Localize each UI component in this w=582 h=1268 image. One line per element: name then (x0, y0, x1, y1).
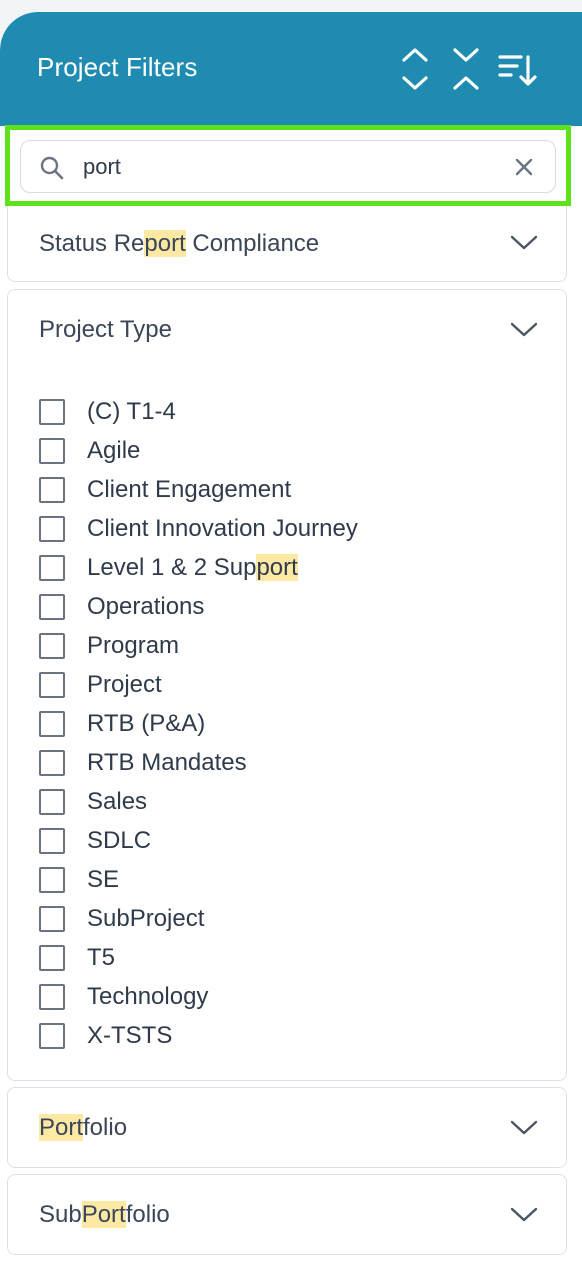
section-title: SubPortfolio (39, 1201, 170, 1228)
checkbox[interactable] (39, 1023, 65, 1049)
checkbox-option[interactable]: Project (39, 670, 162, 700)
checkbox-label: Client Engagement (87, 476, 291, 504)
checkbox-label: RTB Mandates (87, 749, 247, 777)
chevron-down-icon[interactable] (510, 235, 538, 251)
checkbox-label: Program (87, 632, 179, 660)
checkbox-label: (C) T1-4 (87, 398, 176, 426)
search-icon (40, 156, 64, 180)
search-focus-outline (5, 125, 571, 206)
checkbox[interactable] (39, 477, 65, 503)
chevron-down-icon[interactable] (510, 322, 538, 338)
checkbox[interactable] (39, 711, 65, 737)
label-text: Technology (87, 983, 209, 1010)
label-text: X-TSTS (87, 1022, 173, 1049)
checkbox-option[interactable]: Agile (39, 436, 140, 466)
checkbox[interactable] (39, 789, 65, 815)
checkbox-option[interactable]: SDLC (39, 826, 151, 856)
match-highlight: Port (39, 1114, 84, 1141)
checkbox-label: Operations (87, 593, 204, 621)
collapse-all-button[interactable] (446, 46, 486, 92)
chevron-down-icon[interactable] (510, 1120, 538, 1136)
checkbox-label: Client Innovation Journey (87, 515, 358, 543)
label-text: (C) T1-4 (87, 398, 176, 425)
checkbox[interactable] (39, 633, 65, 659)
top-strip (0, 0, 582, 12)
checkbox-label: RTB (P&A) (87, 710, 205, 738)
checkbox-label: SE (87, 866, 119, 894)
checkbox[interactable] (39, 672, 65, 698)
checkbox[interactable] (39, 906, 65, 932)
search-input[interactable] (83, 151, 483, 183)
checkbox-option[interactable]: Client Engagement (39, 475, 291, 505)
checkbox-option[interactable]: (C) T1-4 (39, 397, 176, 427)
checkbox[interactable] (39, 828, 65, 854)
checkbox-label: T5 (87, 944, 115, 972)
clear-search-icon[interactable] (514, 157, 534, 177)
label-text: RTB Mandates (87, 749, 247, 776)
label-text: SE (87, 866, 120, 893)
checkbox-option[interactable]: SubProject (39, 904, 204, 934)
filter-section-portfolio[interactable]: Portfolio (7, 1087, 567, 1168)
expand-all-button[interactable] (395, 46, 435, 92)
filter-section-subportfolio[interactable]: SubPortfolio (7, 1174, 567, 1255)
checkbox-label: Agile (87, 437, 140, 465)
checkbox-option[interactable]: SE (39, 865, 119, 895)
panel-title: Project Filters (37, 52, 198, 82)
label-text: Project (87, 671, 162, 698)
checkbox-label: Technology (87, 983, 208, 1011)
checkbox-option[interactable]: Sales (39, 787, 147, 817)
checkbox-label: Sales (87, 788, 147, 816)
label-text: Client Engagement (87, 476, 292, 503)
checkbox-option[interactable]: RTB (P&A) (39, 709, 205, 739)
checkbox[interactable] (39, 399, 65, 425)
checkbox[interactable] (39, 945, 65, 971)
checkbox-option[interactable]: Operations (39, 592, 204, 622)
checkbox-label: Level 1 & 2 Support (87, 554, 298, 582)
checkbox[interactable] (39, 516, 65, 542)
checkbox[interactable] (39, 438, 65, 464)
checkbox-option[interactable]: Technology (39, 982, 208, 1012)
checkbox-option[interactable]: Program (39, 631, 179, 661)
section-title: Status Report Compliance (39, 230, 320, 257)
checkbox-label: SDLC (87, 827, 151, 855)
label-text: Client Innovation Journey (87, 515, 358, 542)
label-text: Sales (87, 788, 148, 815)
checkbox[interactable] (39, 750, 65, 776)
checkbox[interactable] (39, 594, 65, 620)
checkbox[interactable] (39, 867, 65, 893)
sort-button[interactable] (497, 46, 537, 92)
checkbox[interactable] (39, 555, 65, 581)
checkbox-label: SubProject (87, 905, 204, 933)
checkbox-option[interactable]: Client Innovation Journey (39, 514, 358, 544)
label-text: Program (87, 632, 180, 659)
checkbox-option[interactable]: X-TSTS (39, 1021, 172, 1051)
expand-all-icon (402, 48, 428, 90)
checkbox-option[interactable]: Level 1 & 2 Support (39, 553, 298, 583)
collapse-all-icon (453, 48, 479, 90)
checkbox-option[interactable]: RTB Mandates (39, 748, 247, 778)
search-box[interactable] (20, 140, 556, 193)
label-text: SDLC (87, 827, 152, 854)
label-text: Operations (87, 593, 205, 620)
match-highlight: Port (81, 1201, 126, 1228)
checkbox-label: X-TSTS (87, 1022, 172, 1050)
filter-section-project-type: Project Type (C) T1-4 Agile Client Engagem… (7, 289, 567, 1081)
label-text: SubProject (87, 905, 205, 932)
checkbox[interactable] (39, 984, 65, 1010)
panel-header: Project Filters (0, 12, 582, 126)
chevron-down-icon[interactable] (510, 1207, 538, 1223)
label-text: T5 (87, 944, 116, 971)
label-text: Level 1 & 2 Sup (87, 554, 257, 581)
match-highlight: port (256, 554, 298, 581)
checkbox-option[interactable]: T5 (39, 943, 115, 973)
label-text: RTB (P&A) (87, 710, 206, 737)
match-highlight: port (144, 230, 186, 257)
sort-icon (498, 55, 537, 86)
label-text: Agile (87, 437, 141, 464)
checkbox-label: Project (87, 671, 162, 699)
section-title: Project Type (39, 316, 172, 343)
section-title: Portfolio (39, 1114, 128, 1141)
project-filters-panel: Project Filters port Status Report Compl… (0, 12, 582, 1268)
